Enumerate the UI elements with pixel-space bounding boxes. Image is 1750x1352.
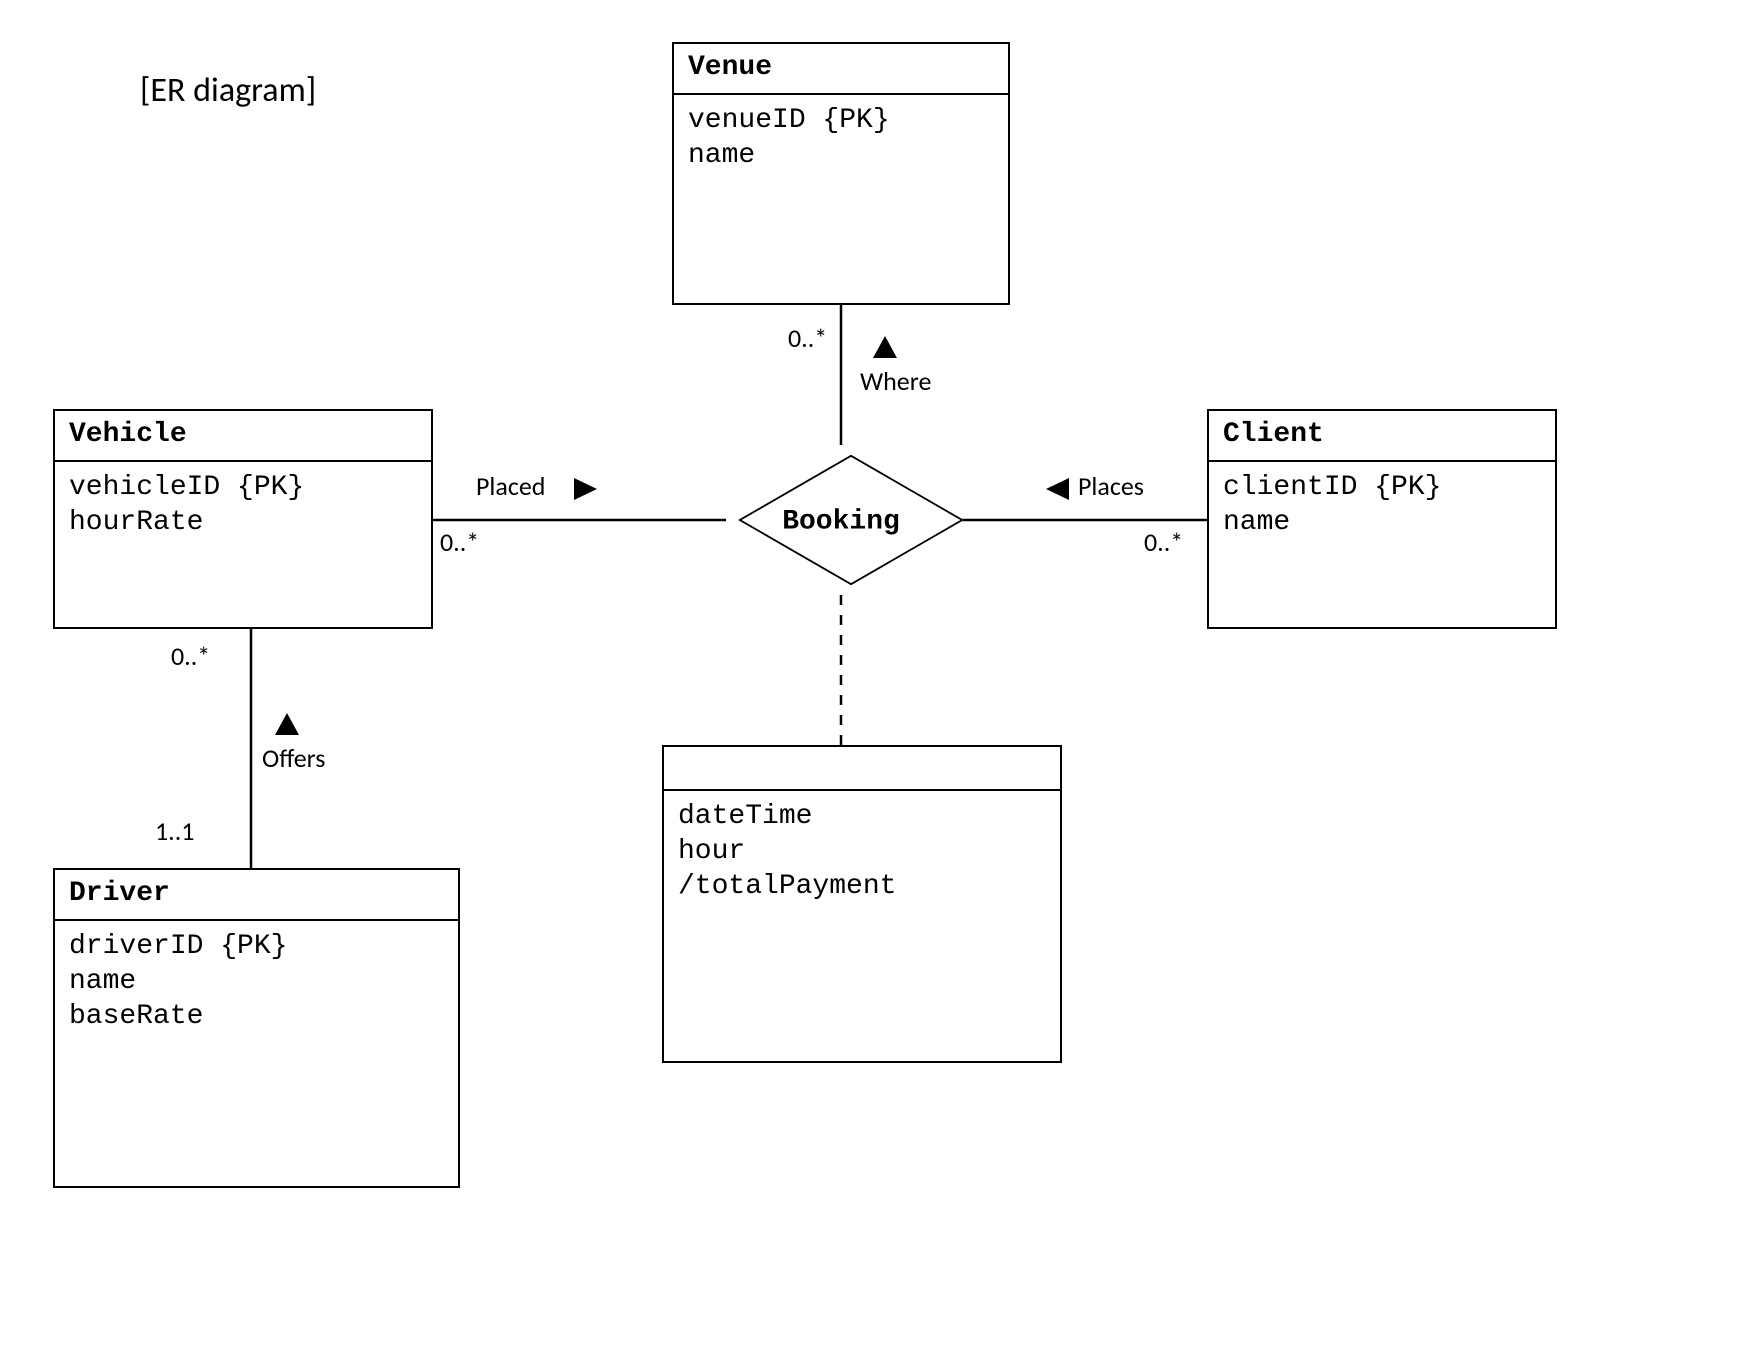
entity-venue-title: Venue <box>674 44 1008 95</box>
attr: name <box>688 138 994 173</box>
edge-label-placed: Placed <box>476 470 545 502</box>
entity-driver: Driver driverID {PK} name baseRate <box>53 868 460 1188</box>
entity-driver-body: driverID {PK} name baseRate <box>55 921 458 1042</box>
relationship-booking: Booking <box>726 445 956 595</box>
attr: name <box>69 964 444 999</box>
attr: clientID {PK} <box>1223 470 1541 505</box>
edge-mult-vehicle: 0..* <box>440 526 479 558</box>
edge-mult-client: 0..* <box>1144 526 1183 558</box>
entity-booking-assoc-title <box>664 747 1060 791</box>
attr: baseRate <box>69 999 444 1034</box>
relationship-booking-label: Booking <box>782 507 900 538</box>
attr: hour <box>678 834 1046 869</box>
entity-venue-body: venueID {PK} name <box>674 95 1008 181</box>
attr: vehicleID {PK} <box>69 470 417 505</box>
edge-mult-venue: 0..* <box>788 322 827 354</box>
edge-mult-vehicle-driver-bottom: 1..1 <box>155 815 194 847</box>
entity-booking-assoc-body: dateTime hour /totalPayment <box>664 791 1060 912</box>
entity-client: Client clientID {PK} name <box>1207 409 1557 629</box>
er-diagram-canvas: [ER diagram] Venue venueID {PK} name Veh… <box>0 0 1750 1352</box>
edge-label-offers: Offers <box>262 742 325 774</box>
entity-venue: Venue venueID {PK} name <box>672 42 1010 305</box>
entity-booking-assoc: dateTime hour /totalPayment <box>662 745 1062 1063</box>
edge-label-where: Where <box>860 365 931 397</box>
entity-driver-title: Driver <box>55 870 458 921</box>
edge-mult-vehicle-driver-top: 0..* <box>171 640 210 672</box>
entity-client-title: Client <box>1209 411 1555 462</box>
attr: venueID {PK} <box>688 103 994 138</box>
entity-client-body: clientID {PK} name <box>1209 462 1555 548</box>
edge-label-places: Places <box>1078 470 1144 502</box>
attr: hourRate <box>69 505 417 540</box>
attr: name <box>1223 505 1541 540</box>
entity-vehicle-title: Vehicle <box>55 411 431 462</box>
attr: dateTime <box>678 799 1046 834</box>
entity-vehicle: Vehicle vehicleID {PK} hourRate <box>53 409 433 629</box>
entity-vehicle-body: vehicleID {PK} hourRate <box>55 462 431 548</box>
diagram-title: [ER diagram] <box>140 70 316 111</box>
attr: driverID {PK} <box>69 929 444 964</box>
attr: /totalPayment <box>678 869 1046 904</box>
